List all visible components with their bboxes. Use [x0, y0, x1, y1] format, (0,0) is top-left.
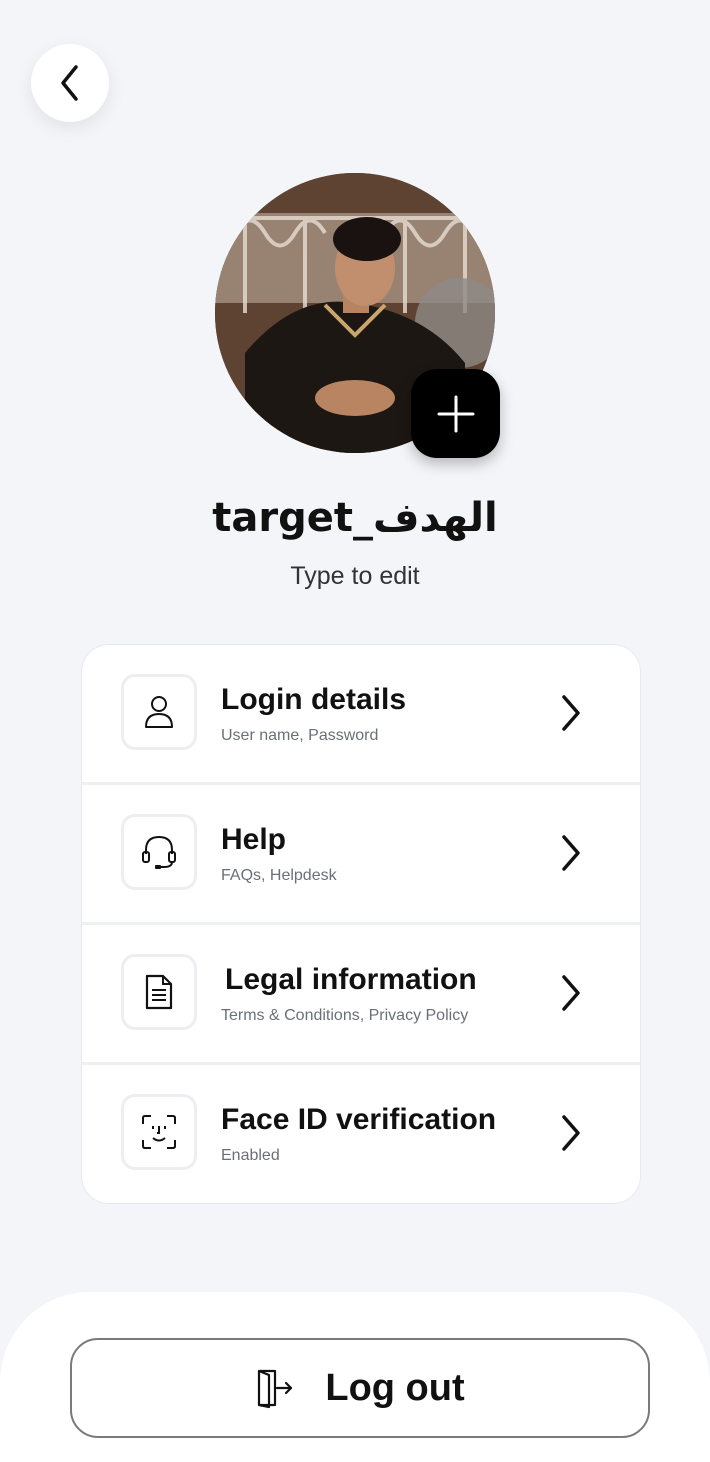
menu-item-login-details[interactable]: Login details User name, Password [82, 645, 640, 782]
edit-hint: Type to edit [290, 562, 420, 590]
back-button[interactable] [31, 44, 109, 122]
menu-item-title: Help [221, 823, 287, 856]
menu-item-face-id[interactable]: Face ID verification Enabled [82, 1065, 640, 1202]
plus-icon [437, 395, 474, 432]
chevron-right-icon [562, 975, 580, 1011]
user-icon [121, 674, 197, 750]
chevron-right-icon [562, 835, 580, 871]
menu-item-legal-information[interactable]: Legal information Terms & Conditions, Pr… [82, 925, 640, 1062]
logout-button[interactable]: Log out [70, 1338, 650, 1438]
add-photo-button[interactable] [411, 369, 500, 458]
menu-item-title: Face ID verification [221, 1103, 497, 1136]
face-id-icon [121, 1094, 197, 1170]
bottom-sheet: Log out [0, 1292, 710, 1462]
chevron-left-icon [61, 65, 78, 101]
menu-item-title: Legal information [225, 963, 477, 996]
chevron-right-icon [562, 1115, 580, 1151]
menu-item-help[interactable]: Help FAQs, Helpdesk [82, 785, 640, 922]
menu-item-subtitle: Terms & Conditions, Privacy Policy [221, 1007, 469, 1024]
menu-item-title: Login details [221, 683, 407, 716]
menu-item-subtitle: User name, Password [221, 727, 379, 744]
logout-door-icon [258, 1369, 293, 1409]
avatar-container [215, 173, 500, 458]
settings-menu: Login details User name, Password Help F… [81, 644, 641, 1204]
username-field[interactable]: target_الهدف [0, 495, 710, 541]
menu-item-subtitle: Enabled [221, 1147, 280, 1164]
logout-label: Log out [325, 1366, 465, 1409]
headset-icon [121, 814, 197, 890]
menu-item-subtitle: FAQs, Helpdesk [221, 867, 337, 884]
document-icon [121, 954, 197, 1030]
chevron-right-icon [562, 695, 580, 731]
